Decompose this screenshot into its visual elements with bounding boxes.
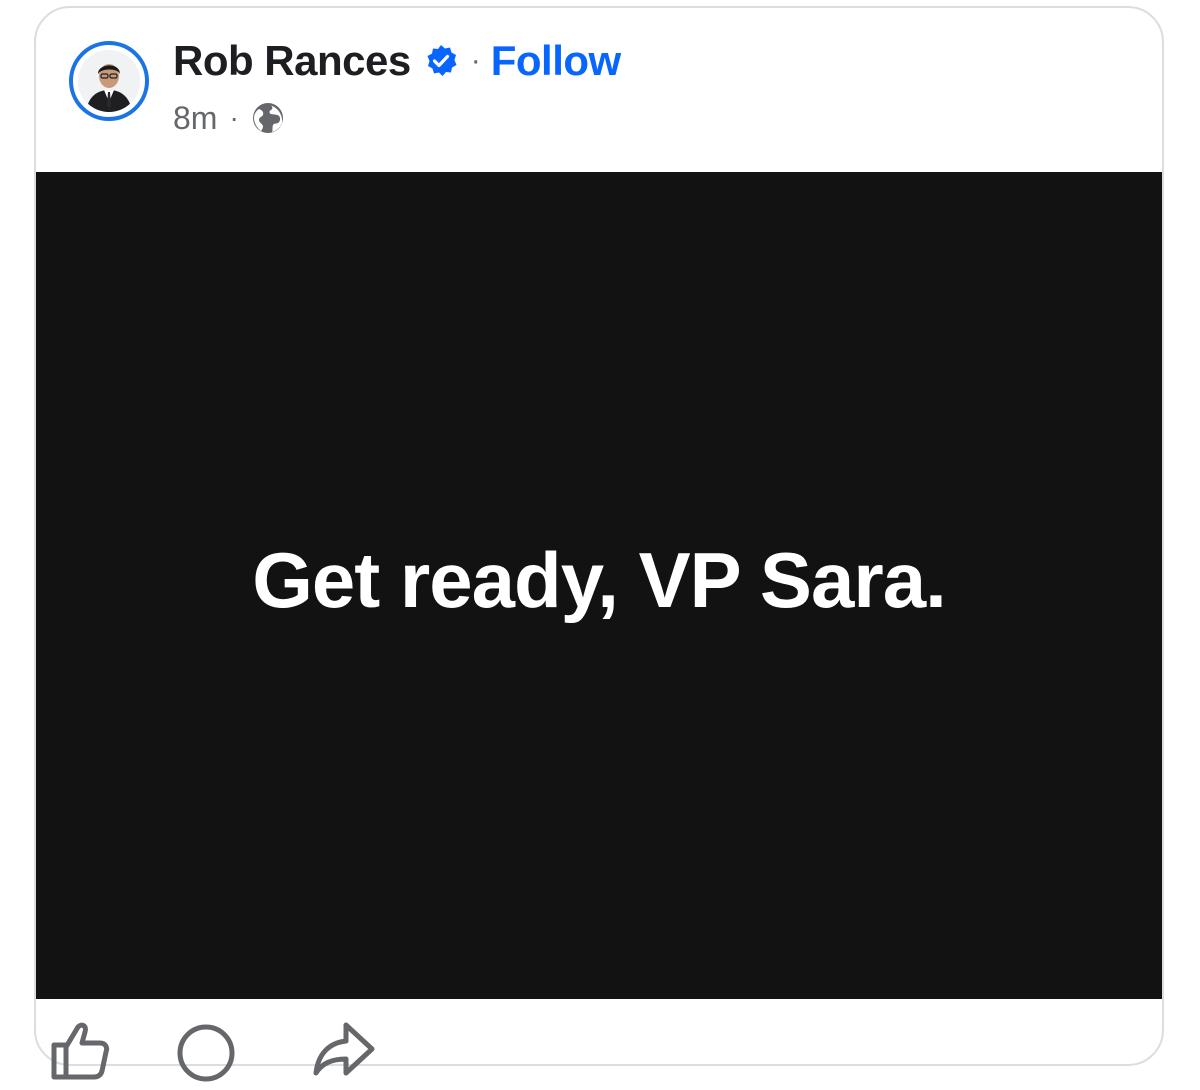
share-icon[interactable] [310, 1015, 380, 1085]
post-card: Rob Rances · Follow 8m · Get ready, VP S… [34, 6, 1164, 1066]
avatar[interactable] [69, 41, 149, 121]
verified-badge-icon [423, 43, 459, 79]
media-caption-text: Get ready, VP Sara. [252, 536, 947, 624]
like-icon[interactable] [48, 1015, 118, 1085]
meta-separator: · [229, 102, 239, 133]
post-actions-bar [0, 1015, 1200, 1082]
post-timestamp[interactable]: 8m [173, 100, 217, 137]
author-name[interactable]: Rob Rances [173, 37, 411, 85]
follow-button[interactable]: Follow [491, 37, 621, 85]
post-meta: 8m · [173, 98, 285, 138]
avatar-image [78, 50, 140, 112]
separator-dot: · [470, 44, 481, 77]
post-media[interactable]: Get ready, VP Sara. [36, 172, 1162, 999]
post-header: Rob Rances · Follow 8m · [36, 8, 1162, 172]
globe-icon[interactable] [251, 101, 285, 135]
comment-icon[interactable] [170, 1015, 240, 1085]
author-row: Rob Rances · Follow [173, 36, 621, 86]
